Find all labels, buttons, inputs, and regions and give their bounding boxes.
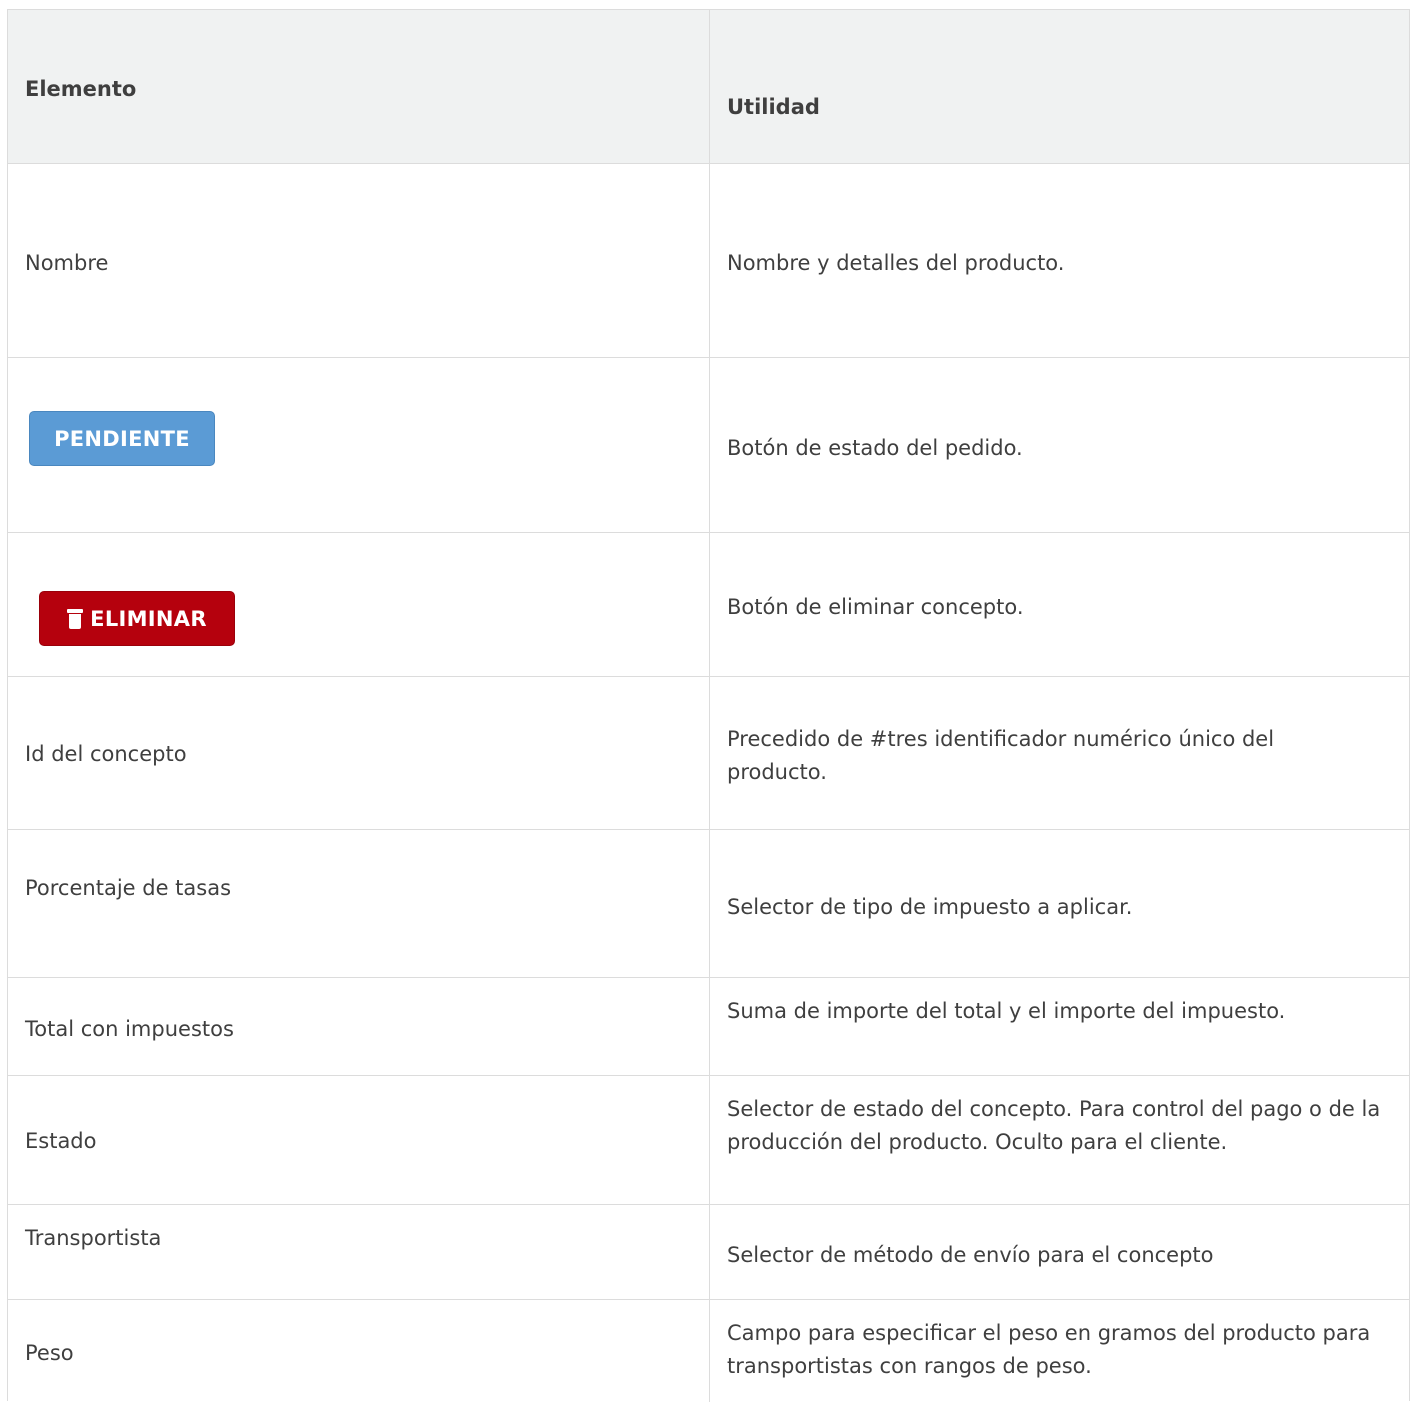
utility-cell: Botón de estado del pedido. — [727, 436, 1023, 460]
element-cell: Nombre — [25, 251, 109, 275]
utility-cell: Botón de eliminar concepto. — [727, 595, 1024, 619]
element-cell: Peso — [25, 1341, 74, 1365]
table-row: Nombre Nombre y detalles del producto. — [8, 164, 1409, 358]
table-header-row: Elemento Utilidad — [8, 10, 1409, 164]
element-cell: Porcentaje de tasas — [25, 876, 232, 900]
utility-cell: Suma de importe del total y el importe d… — [727, 999, 1286, 1023]
utility-cell: Precedido de #tres identificador numéric… — [727, 727, 1275, 784]
utility-cell: Campo para especificar el peso en gramos… — [727, 1321, 1371, 1378]
trash-icon — [67, 608, 84, 629]
pendiente-button-label: PENDIENTE — [54, 426, 190, 451]
element-cell: Estado — [25, 1129, 97, 1153]
utility-cell: Nombre y detalles del producto. — [727, 251, 1065, 275]
element-cell: Id del concepto — [25, 742, 187, 766]
element-cell: Total con impuestos — [25, 1017, 234, 1041]
info-table: Elemento Utilidad Nombre Nombre y detall… — [7, 9, 1410, 1402]
table-row: Total con impuestos Suma de importe del … — [8, 978, 1409, 1076]
header-utilidad: Utilidad — [727, 95, 820, 119]
pendiente-button[interactable]: PENDIENTE — [29, 411, 215, 466]
utility-cell: Selector de estado del concepto. Para co… — [727, 1097, 1381, 1154]
utility-cell: Selector de método de envío para el conc… — [727, 1243, 1214, 1267]
table-row: PENDIENTE Botón de estado del pedido. — [8, 358, 1409, 533]
element-cell: Transportista — [25, 1226, 162, 1250]
eliminar-button[interactable]: ELIMINAR — [39, 591, 235, 646]
table-row: Porcentaje de tasas Selector de tipo de … — [8, 830, 1409, 978]
table-row: Estado Selector de estado del concepto. … — [8, 1076, 1409, 1205]
header-elemento: Elemento — [25, 77, 137, 101]
table-row: Transportista Selector de método de enví… — [8, 1205, 1409, 1300]
eliminar-button-label: ELIMINAR — [90, 606, 207, 631]
utility-cell: Selector de tipo de impuesto a aplicar. — [727, 895, 1133, 919]
table-row: Peso Campo para especificar el peso en g… — [8, 1300, 1409, 1402]
table-row: Id del concepto Precedido de #tres ident… — [8, 677, 1409, 830]
table-row: ELIMINAR Botón de eliminar concepto. — [8, 533, 1409, 677]
